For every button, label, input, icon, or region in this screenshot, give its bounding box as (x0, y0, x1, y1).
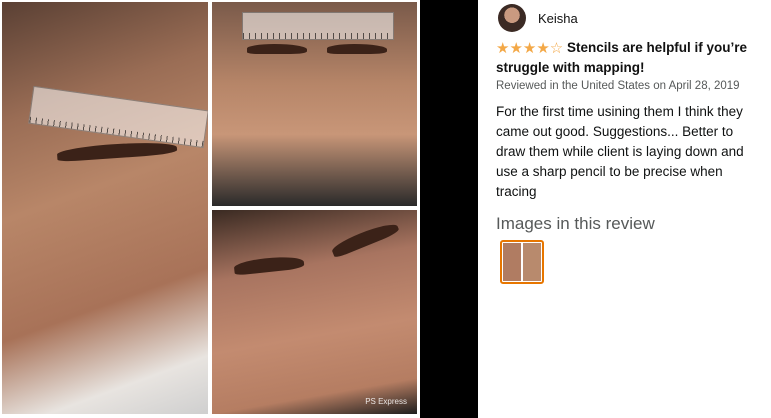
review-date: Reviewed in the United States on April 2… (496, 80, 740, 92)
divider-gap (420, 0, 478, 418)
star-rating-icon[interactable]: ★★★★☆ (496, 40, 563, 57)
brow-stencil-ruler (242, 12, 394, 40)
eyebrow-shape (329, 219, 401, 259)
watermark-text: PS Express (365, 397, 407, 406)
thumbnail-image[interactable] (503, 243, 541, 281)
brow-stencil-ruler (28, 85, 208, 149)
review-card: Keisha ★★★★☆ Stencils are helpful if you… (478, 0, 771, 418)
images-section-heading: Images in this review (496, 214, 655, 233)
eyebrow-shape (233, 254, 305, 276)
reviewer-profile[interactable]: Keisha (498, 4, 578, 32)
review-title-row: ★★★★☆ Stencils are helpful if you’re str… (496, 38, 768, 77)
review-body: For the first time usining them I think … (496, 104, 744, 199)
photo-stencil-front (212, 2, 417, 206)
eyebrow-shape (327, 44, 387, 54)
reviewer-name[interactable]: Keisha (538, 11, 578, 26)
review-photo-collage: PS Express (0, 0, 420, 418)
eyebrow-shape (56, 139, 178, 163)
user-avatar-icon[interactable] (498, 4, 526, 32)
eyebrow-shape (247, 44, 307, 54)
photo-brow-stencil-left (2, 2, 208, 414)
photo-finished-brows: PS Express (212, 210, 417, 414)
review-image-thumbnail[interactable] (500, 240, 544, 284)
